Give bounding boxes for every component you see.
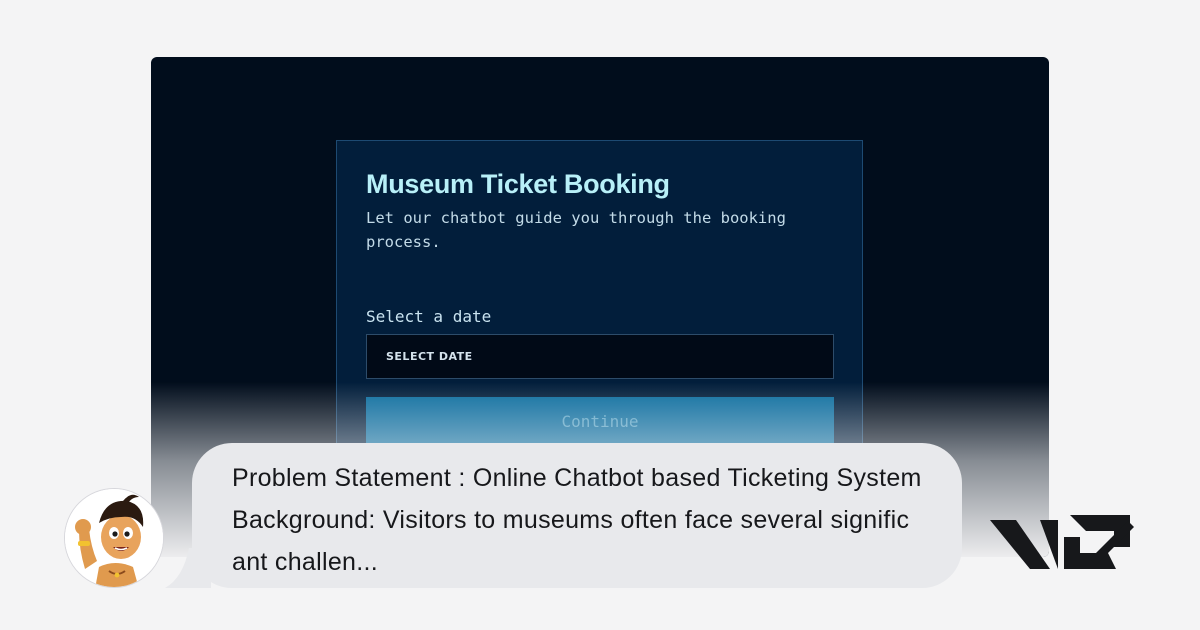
booking-card: Museum Ticket Booking Let our chatbot gu… bbox=[336, 140, 863, 470]
date-select-value: SELECT DATE bbox=[386, 350, 473, 363]
cartoon-boy-avatar-icon bbox=[64, 488, 164, 588]
speech-bubble: Problem Statement : Online Chatbot based… bbox=[192, 443, 962, 588]
card-subtitle: Let our chatbot guide you through the bo… bbox=[366, 209, 786, 251]
date-field-label: Select a date bbox=[366, 307, 492, 326]
v0-logo-icon bbox=[990, 515, 1134, 569]
card-title: Museum Ticket Booking bbox=[366, 169, 670, 199]
problem-statement-text: Problem Statement : Online Chatbot based… bbox=[232, 464, 922, 576]
date-select[interactable]: SELECT DATE bbox=[366, 334, 834, 379]
continue-button[interactable]: Continue bbox=[366, 397, 834, 445]
